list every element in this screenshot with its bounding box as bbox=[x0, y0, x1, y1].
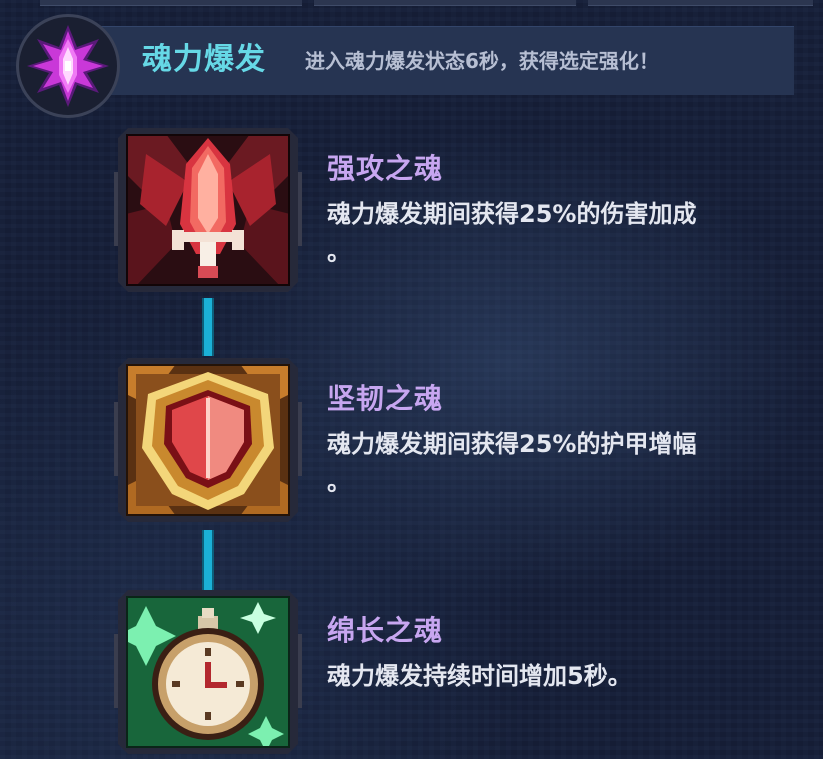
talent-description-tail: 。 bbox=[327, 468, 351, 496]
orange-shield-soul-icon bbox=[126, 364, 290, 516]
talent-description-tail: 。 bbox=[327, 238, 351, 266]
purple-soul-crystal-icon bbox=[16, 14, 120, 118]
red-sword-soul-icon bbox=[126, 134, 290, 286]
top-tab-strip bbox=[40, 0, 302, 6]
talent-description-text: 魂力爆发持续时间增加5秒。 bbox=[327, 662, 632, 690]
talent-connector bbox=[202, 298, 214, 356]
talent-description: 魂力爆发期间获得25%的伤害加成。 bbox=[327, 195, 797, 271]
talent-description-text: 魂力爆发期间获得25%的护甲增幅 bbox=[327, 430, 697, 458]
top-tab-strip bbox=[588, 0, 813, 6]
talent-option-strong-attack[interactable] bbox=[114, 124, 302, 296]
top-tab-strip bbox=[314, 0, 576, 6]
talent-connector bbox=[202, 530, 214, 590]
skill-title: 魂力爆发 bbox=[142, 42, 266, 77]
skill-description: 进入魂力爆发状态6秒，获得选定强化！ bbox=[305, 49, 659, 73]
talent-description: 魂力爆发持续时间增加5秒。 bbox=[327, 657, 797, 695]
soul-burst-talent-panel: 魂力爆发 进入魂力爆发状态6秒，获得选定强化！ 强攻之魂 魂力爆发期间获得25%… bbox=[0, 0, 823, 759]
talent-name: 坚韧之魂 bbox=[327, 382, 444, 415]
talent-name: 强攻之魂 bbox=[327, 152, 444, 185]
talent-option-tough-soul[interactable] bbox=[114, 354, 302, 526]
talent-option-lasting-soul[interactable] bbox=[114, 586, 302, 758]
talent-description: 魂力爆发期间获得25%的护甲增幅。 bbox=[327, 425, 797, 501]
talent-name: 绵长之魂 bbox=[327, 614, 444, 647]
talent-description-text: 魂力爆发期间获得25%的伤害加成 bbox=[327, 200, 697, 228]
green-stopwatch-soul-icon bbox=[126, 596, 290, 748]
